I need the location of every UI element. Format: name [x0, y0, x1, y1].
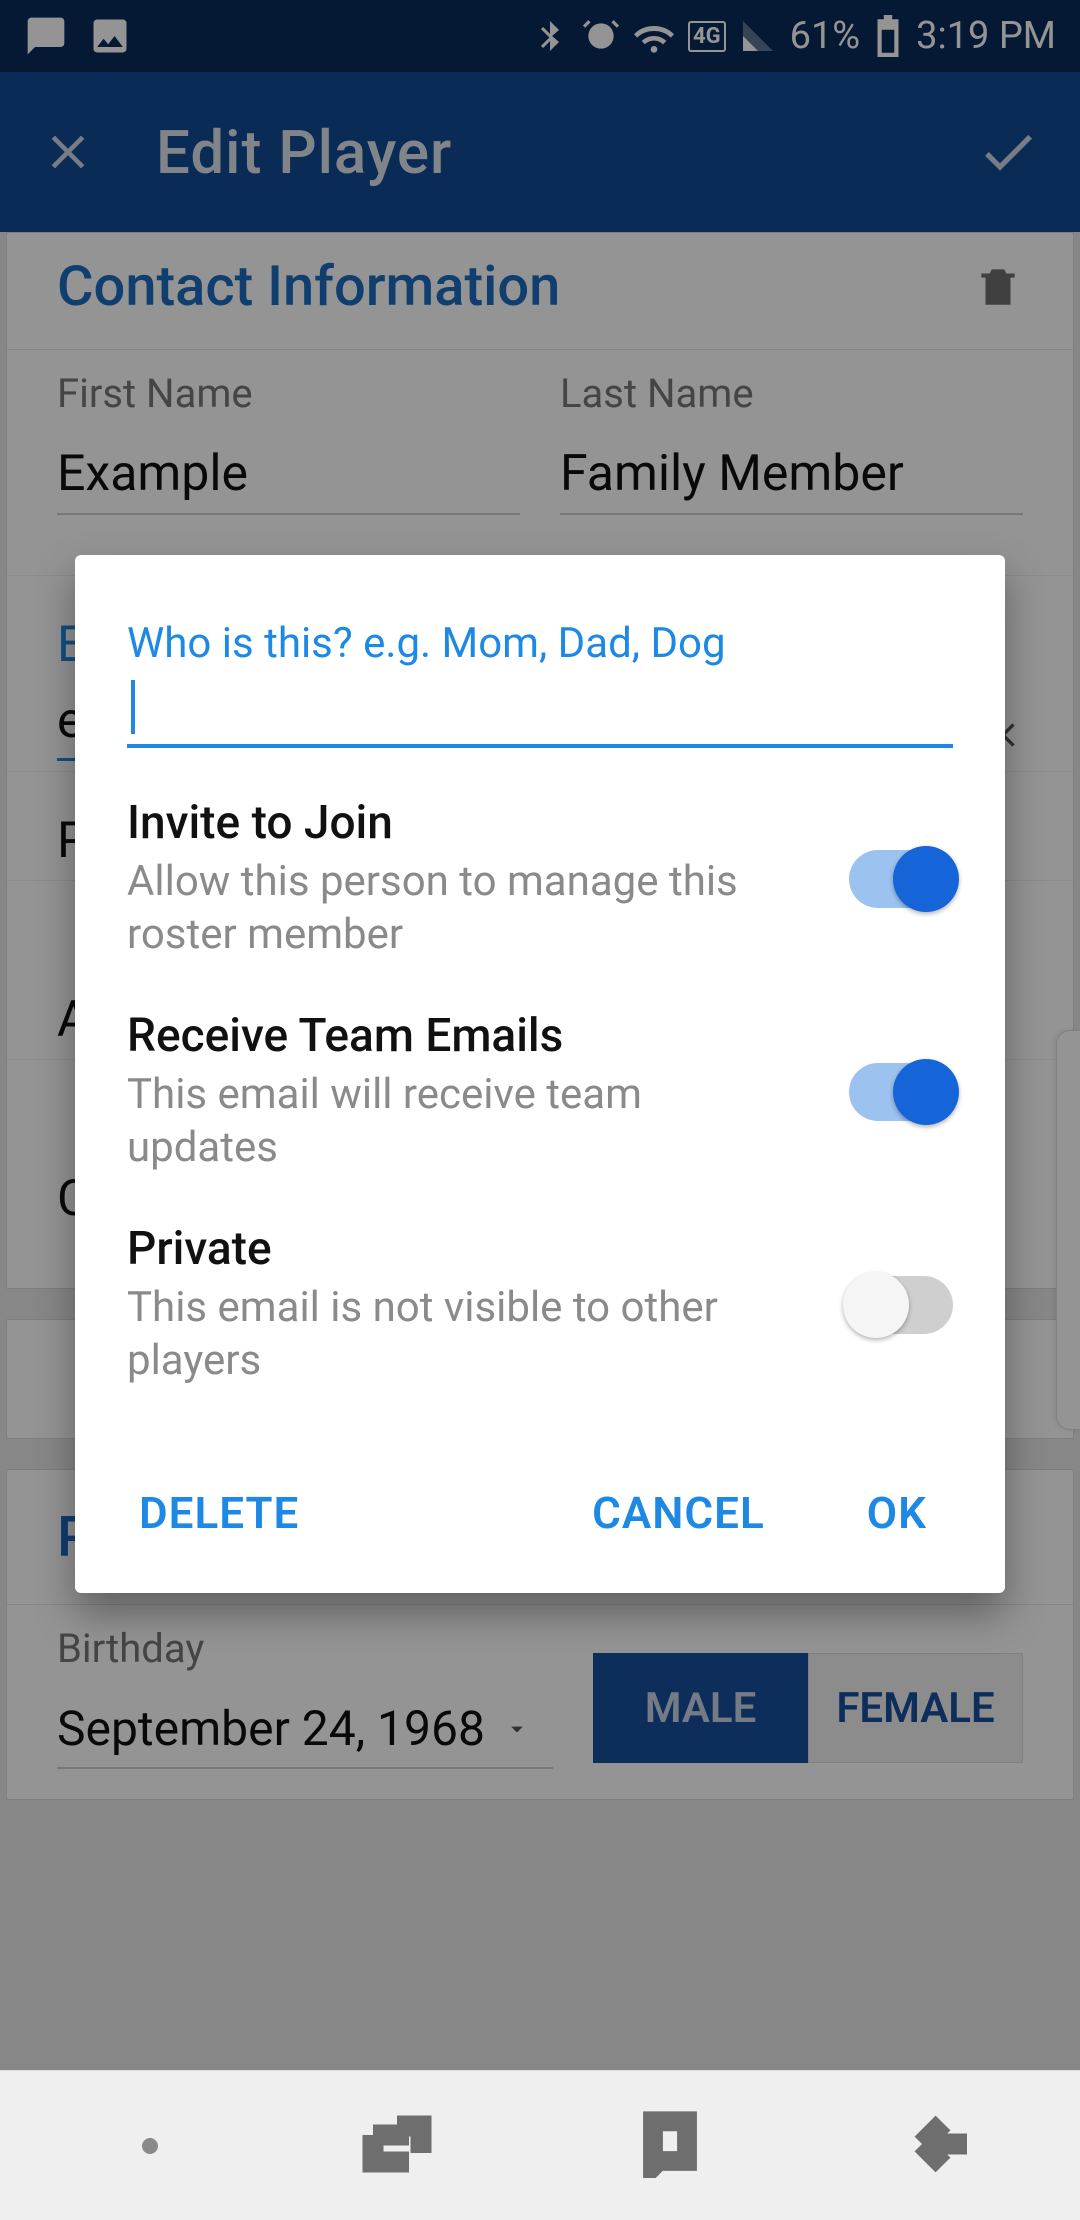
option-desc: This email will receive team updates	[127, 1069, 767, 1174]
option-desc: Allow this person to manage this roster …	[127, 856, 767, 961]
invite-toggle[interactable]	[849, 850, 953, 908]
option-title: Private	[127, 1222, 767, 1276]
recents-button[interactable]	[361, 2108, 433, 2184]
option-title: Invite to Join	[127, 796, 767, 850]
option-invite-to-join: Invite to Join Allow this person to mana…	[127, 796, 953, 961]
option-private: Private This email is not visible to oth…	[127, 1222, 953, 1387]
private-toggle[interactable]	[849, 1276, 953, 1334]
option-desc: This email is not visible to other playe…	[127, 1282, 767, 1387]
relation-input[interactable]	[127, 678, 953, 748]
option-receive-team-emails: Receive Team Emails This email will rece…	[127, 1009, 953, 1174]
option-title: Receive Team Emails	[127, 1009, 767, 1063]
cancel-button[interactable]: CANCEL	[566, 1477, 791, 1549]
delete-button[interactable]: DELETE	[113, 1477, 325, 1549]
system-nav-bar	[0, 2070, 1080, 2220]
ok-button[interactable]: OK	[841, 1477, 953, 1549]
back-button[interactable]	[907, 2108, 979, 2184]
receive-emails-toggle[interactable]	[849, 1063, 953, 1121]
nav-indicator-dot	[142, 2138, 158, 2154]
home-button[interactable]	[636, 2110, 704, 2182]
dialog-prompt: Who is this? e.g. Mom, Dad, Dog	[127, 619, 953, 668]
contact-relation-dialog: Who is this? e.g. Mom, Dad, Dog Invite t…	[75, 555, 1005, 1593]
